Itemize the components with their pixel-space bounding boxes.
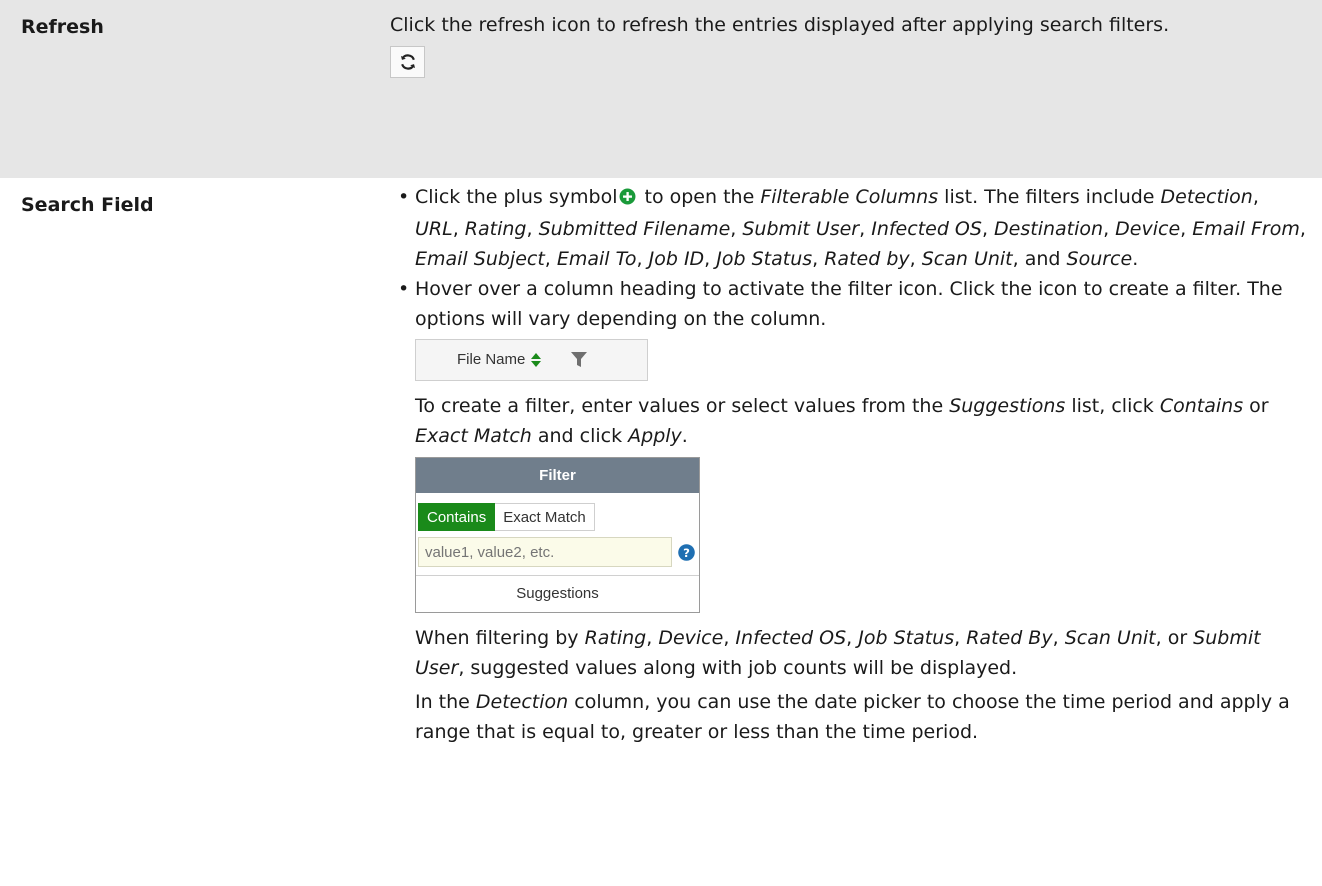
term-suggestions: Suggestions <box>949 395 1066 417</box>
text: or <box>1243 395 1269 417</box>
filter-name: Rating <box>464 218 527 240</box>
filter-name: Rated by <box>824 248 910 270</box>
paragraph-create-filter: To create a filter, enter values or sele… <box>415 391 1308 451</box>
text: to open the <box>638 186 761 208</box>
term-filterable-columns: Filterable Columns <box>760 186 939 208</box>
filter-name: Rated By <box>966 627 1053 649</box>
text: , suggested values along with job counts… <box>458 657 1018 679</box>
filter-name: Source <box>1066 248 1133 270</box>
indented-block: File Name To create a filter, enter valu… <box>390 339 1308 747</box>
help-icon: ? <box>678 543 695 561</box>
sort-icon <box>531 353 542 367</box>
filter-name: Email Subject <box>415 248 545 270</box>
filter-name: Email To <box>556 248 637 270</box>
plus-circle-icon <box>619 184 636 214</box>
filter-popup-title: Filter <box>416 458 699 493</box>
text: Click the plus symbol <box>415 186 618 208</box>
filter-name: Scan Unit <box>1064 627 1156 649</box>
filter-name: Infected OS <box>871 218 982 240</box>
filter-name: Job Status <box>716 248 813 270</box>
filter-values-input <box>418 537 672 567</box>
filter-input-row: ? <box>416 531 699 575</box>
table-row-search-field: Search Field Click the plus symbol to op… <box>0 178 1322 747</box>
table-row-refresh: Refresh Click the refresh icon to refres… <box>0 0 1322 178</box>
tab-exact-match: Exact Match <box>495 503 595 531</box>
filter-name: URL <box>415 218 453 240</box>
term-refresh: Refresh <box>21 16 104 38</box>
text: , or <box>1155 627 1194 649</box>
filter-name: Device <box>658 627 724 649</box>
filter-name: Email From <box>1192 218 1300 240</box>
filter-name: Job ID <box>648 248 705 270</box>
bullet-filterable-columns: Click the plus symbol to open the Filter… <box>398 182 1308 274</box>
filter-name: Submit User <box>742 218 860 240</box>
text: When filtering by <box>415 627 585 649</box>
filter-funnel-icon <box>571 352 588 368</box>
column-header-label: File Name <box>457 351 526 368</box>
text: and click <box>531 425 629 447</box>
filter-name: Scan Unit <box>921 248 1013 270</box>
bullet-column-heading: Hover over a column heading to activate … <box>398 274 1308 334</box>
filter-name: Job Status <box>858 627 955 649</box>
text: . <box>681 425 688 447</box>
tab-contains: Contains <box>418 503 496 531</box>
text: . <box>1132 248 1139 270</box>
term-detection: Detection <box>475 691 569 713</box>
desc-refresh: Click the refresh icon to refresh the en… <box>390 0 1322 178</box>
desc-search-field: Click the plus symbol to open the Filter… <box>390 178 1322 747</box>
refresh-icon <box>400 54 415 70</box>
filter-name: Rating <box>584 627 647 649</box>
term-search-field: Search Field <box>21 194 154 216</box>
filter-name: Destination <box>994 218 1104 240</box>
term-apply: Apply <box>628 425 682 447</box>
filter-match-tabs: Contains Exact Match <box>416 493 699 531</box>
text: list. The filters include <box>938 186 1161 208</box>
filter-name: Infected OS <box>735 627 847 649</box>
text: , and <box>1012 248 1067 270</box>
filter-popup-image: Filter Contains Exact Match ? Suggestion… <box>415 457 700 613</box>
term-contains: Contains <box>1159 395 1244 417</box>
document-table: Refresh Click the refresh icon to refres… <box>0 0 1322 747</box>
filter-name: Submitted Filename <box>538 218 731 240</box>
paragraph-detection-date-picker: In the Detection column, you can use the… <box>415 687 1308 747</box>
refresh-description: Click the refresh icon to refresh the en… <box>390 14 1170 36</box>
file-name-column-header-image: File Name <box>415 339 648 381</box>
text: To create a filter, enter values or sele… <box>415 395 950 417</box>
text: Hover over a column heading to activate … <box>415 278 1283 330</box>
bullet-list: Click the plus symbol to open the Filter… <box>390 182 1308 334</box>
paragraph-suggested-values: When filtering by Rating, Device, Infect… <box>415 627 1261 679</box>
text: In the <box>415 691 476 713</box>
text: list, click <box>1065 395 1160 417</box>
term-exact-match: Exact Match <box>415 425 532 447</box>
filter-name: Detection <box>1160 186 1253 208</box>
svg-text:?: ? <box>683 545 690 559</box>
refresh-button-image <box>390 46 425 78</box>
filter-name: Device <box>1115 218 1181 240</box>
filter-suggestions: Suggestions <box>416 575 699 612</box>
